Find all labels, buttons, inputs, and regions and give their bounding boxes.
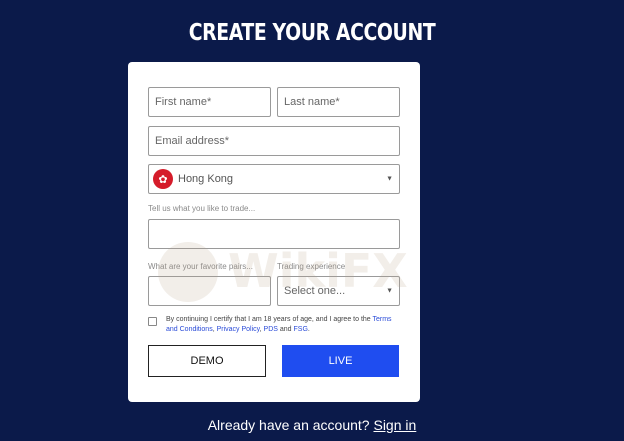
signin-prompt: Already have an account? Sign in — [0, 417, 624, 433]
experience-select[interactable]: Select one... ▼ — [277, 276, 400, 306]
terms-and: and — [277, 326, 294, 333]
terms-checkbox[interactable] — [148, 317, 157, 326]
last-name-placeholder: Last name* — [284, 96, 340, 108]
chevron-down-icon: ▼ — [386, 287, 393, 295]
email-input[interactable]: Email address* — [148, 126, 400, 156]
terms-prefix: By continuing I certify that I am 18 yea… — [166, 316, 373, 323]
signin-prompt-text: Already have an account? — [207, 417, 374, 433]
terms-text: By continuing I certify that I am 18 yea… — [166, 315, 402, 335]
privacy-link[interactable]: Privacy Policy — [217, 326, 260, 333]
signin-link[interactable]: Sign in — [373, 417, 416, 433]
country-select[interactable]: ✿ Hong Kong ▼ — [148, 164, 400, 194]
country-value: Hong Kong — [178, 173, 234, 185]
experience-value: Select one... — [284, 285, 346, 297]
pds-link[interactable]: PDS — [264, 326, 278, 333]
page-title: CREATE YOUR ACCOUNT — [188, 20, 436, 46]
demo-button[interactable]: DEMO — [148, 345, 266, 377]
first-name-input[interactable]: First name* — [148, 87, 271, 117]
pairs-input[interactable] — [148, 276, 271, 306]
signup-form-card: First name* Last name* Email address* ✿ … — [128, 62, 420, 402]
hong-kong-flag-icon: ✿ — [153, 169, 173, 189]
pairs-label: What are your favorite pairs... — [148, 262, 253, 271]
first-name-placeholder: First name* — [155, 96, 212, 108]
last-name-input[interactable]: Last name* — [277, 87, 400, 117]
live-button[interactable]: LIVE — [282, 345, 399, 377]
email-placeholder: Email address* — [155, 135, 229, 147]
trade-input[interactable] — [148, 219, 400, 249]
terms-end: . — [307, 326, 310, 333]
experience-label: Trading experience — [277, 262, 346, 271]
fsg-link[interactable]: FSG — [294, 326, 308, 333]
chevron-down-icon: ▼ — [386, 175, 393, 183]
trade-label: Tell us what you like to trade... — [148, 204, 256, 213]
